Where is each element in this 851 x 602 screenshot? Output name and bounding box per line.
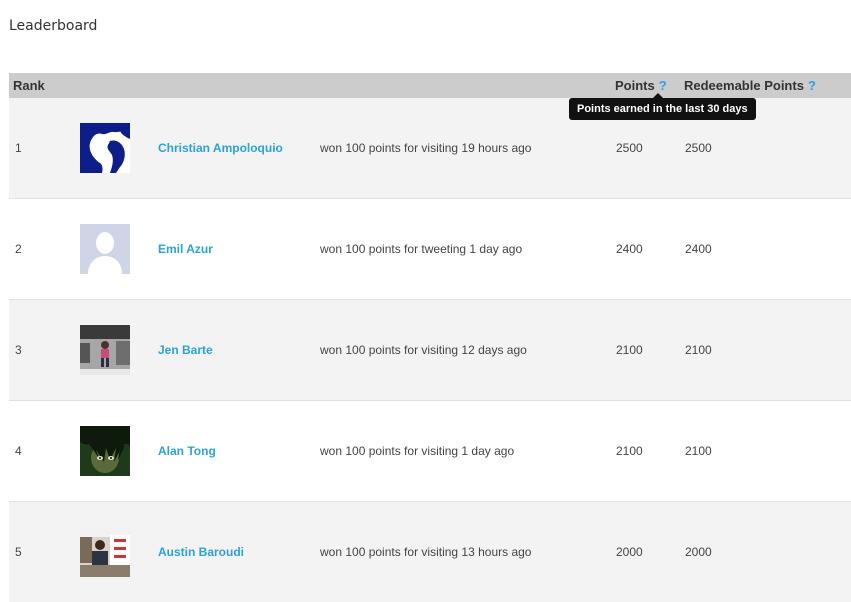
points-cell: 2500 xyxy=(616,141,643,155)
table-header: Rank Points? Redeemable Points? Points e… xyxy=(9,73,851,120)
page-title: Leaderboard xyxy=(9,18,98,34)
points-cell: 2000 xyxy=(616,545,643,559)
rank-header: Rank xyxy=(13,78,45,93)
rank-cell: 2 xyxy=(15,242,22,256)
user-name-link[interactable]: Christian Ampoloquio xyxy=(158,141,283,155)
points-help-icon[interactable]: ? xyxy=(659,78,667,93)
table-row: 3 Jen Barte won 100 points for visiting … xyxy=(9,300,851,401)
activity-cell: won 100 points for visiting 13 hours ago xyxy=(320,545,532,559)
redeemable-points-header-label: Redeemable Points xyxy=(684,78,804,93)
avatar[interactable] xyxy=(80,325,130,375)
user-name-link[interactable]: Jen Barte xyxy=(158,343,213,357)
avatar-christian-image xyxy=(80,123,130,173)
activity-cell: won 100 points for tweeting 1 day ago xyxy=(320,242,523,256)
table-row: 4 Alan Tong won 100 points for visiting … xyxy=(9,401,851,502)
rank-cell: 4 xyxy=(15,444,22,458)
activity-cell: won 100 points for visiting 1 day ago xyxy=(320,444,515,458)
default-user-icon xyxy=(80,224,130,274)
redeemable-points-cell: 2500 xyxy=(685,141,712,155)
avatar[interactable] xyxy=(80,527,130,577)
leaderboard-page: Leaderboard Rank Points? Redeemable Poin… xyxy=(0,0,851,602)
rank-cell: 5 xyxy=(15,545,22,559)
rank-cell: 3 xyxy=(15,343,22,357)
user-name-link[interactable]: Alan Tong xyxy=(158,444,216,458)
points-tooltip: Points earned in the last 30 days xyxy=(569,93,756,120)
points-header: Points? xyxy=(615,78,667,93)
leaderboard-table: Rank Points? Redeemable Points? Points e… xyxy=(9,73,851,602)
points-header-label: Points xyxy=(615,78,655,93)
avatar-alan-image xyxy=(80,426,130,476)
points-cell: 2400 xyxy=(616,242,643,256)
points-cell: 2100 xyxy=(616,444,643,458)
avatar[interactable] xyxy=(80,426,130,476)
redeemable-points-cell: 2000 xyxy=(685,545,712,559)
redeemable-points-cell: 2100 xyxy=(685,444,712,458)
avatar-jen-image xyxy=(80,325,130,375)
points-cell: 2100 xyxy=(616,343,643,357)
redeemable-points-header: Redeemable Points? xyxy=(684,78,816,93)
activity-cell: won 100 points for visiting 12 days ago xyxy=(320,343,527,357)
table-row: 2 Emil Azur won 100 points for tweeting … xyxy=(9,199,851,300)
redeemable-points-cell: 2400 xyxy=(685,242,712,256)
redeemable-points-help-icon[interactable]: ? xyxy=(808,78,816,93)
avatar-austin-image xyxy=(80,527,130,577)
activity-cell: won 100 points for visiting 19 hours ago xyxy=(320,141,532,155)
avatar[interactable] xyxy=(80,123,130,173)
user-name-link[interactable]: Austin Baroudi xyxy=(158,545,244,559)
user-name-link[interactable]: Emil Azur xyxy=(158,242,213,256)
redeemable-points-cell: 2100 xyxy=(685,343,712,357)
avatar[interactable] xyxy=(80,224,130,274)
table-row: 5 Austin Baroudi won 100 points for visi… xyxy=(9,502,851,602)
rank-cell: 1 xyxy=(15,141,22,155)
